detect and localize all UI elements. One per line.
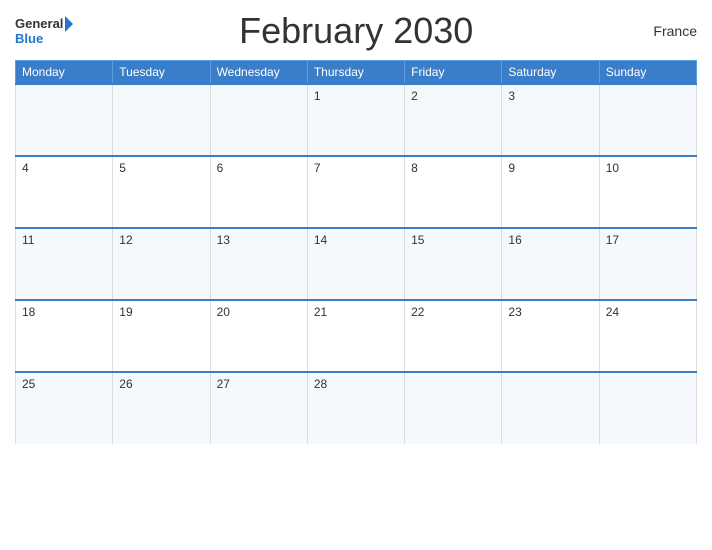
calendar-week-row: 18 19 20 21 22 23 24 — [16, 300, 697, 372]
calendar-day-cell — [599, 84, 696, 156]
calendar-day-cell: 13 — [210, 228, 307, 300]
day-number: 16 — [508, 233, 521, 247]
calendar-table: Monday Tuesday Wednesday Thursday Friday… — [15, 60, 697, 444]
calendar-day-cell: 22 — [405, 300, 502, 372]
calendar-day-cell: 6 — [210, 156, 307, 228]
calendar-day-cell: 9 — [502, 156, 599, 228]
calendar-day-cell: 17 — [599, 228, 696, 300]
calendar-day-cell: 11 — [16, 228, 113, 300]
col-sunday: Sunday — [599, 61, 696, 85]
day-number: 28 — [314, 377, 327, 391]
day-number: 8 — [411, 161, 418, 175]
calendar-day-cell: 24 — [599, 300, 696, 372]
calendar-day-cell: 26 — [113, 372, 210, 444]
day-number: 13 — [217, 233, 230, 247]
calendar-day-cell: 28 — [307, 372, 404, 444]
calendar-week-row: 4 5 6 7 8 9 10 — [16, 156, 697, 228]
day-number: 10 — [606, 161, 619, 175]
day-number: 24 — [606, 305, 619, 319]
day-number: 18 — [22, 305, 35, 319]
calendar-day-cell: 19 — [113, 300, 210, 372]
day-number: 27 — [217, 377, 230, 391]
calendar-day-cell — [210, 84, 307, 156]
calendar-day-cell: 4 — [16, 156, 113, 228]
calendar-day-cell: 16 — [502, 228, 599, 300]
col-saturday: Saturday — [502, 61, 599, 85]
calendar-week-row: 25 26 27 28 — [16, 372, 697, 444]
col-monday: Monday — [16, 61, 113, 85]
day-number: 5 — [119, 161, 126, 175]
day-number: 22 — [411, 305, 424, 319]
day-number: 17 — [606, 233, 619, 247]
col-tuesday: Tuesday — [113, 61, 210, 85]
calendar-day-cell — [599, 372, 696, 444]
day-number: 15 — [411, 233, 424, 247]
calendar-day-cell: 7 — [307, 156, 404, 228]
day-number: 20 — [217, 305, 230, 319]
calendar-day-cell: 1 — [307, 84, 404, 156]
day-number: 12 — [119, 233, 132, 247]
calendar-day-cell: 12 — [113, 228, 210, 300]
calendar-container: General Blue February 2030 France Monday… — [0, 0, 712, 550]
col-friday: Friday — [405, 61, 502, 85]
calendar-header-row: Monday Tuesday Wednesday Thursday Friday… — [16, 61, 697, 85]
col-thursday: Thursday — [307, 61, 404, 85]
day-number: 6 — [217, 161, 224, 175]
day-number: 2 — [411, 89, 418, 103]
country-label: France — [637, 23, 697, 39]
calendar-day-cell: 3 — [502, 84, 599, 156]
calendar-week-row: 1 2 3 — [16, 84, 697, 156]
day-number: 26 — [119, 377, 132, 391]
col-wednesday: Wednesday — [210, 61, 307, 85]
day-number: 14 — [314, 233, 327, 247]
calendar-day-cell: 25 — [16, 372, 113, 444]
logo: General Blue — [15, 16, 75, 46]
calendar-day-cell: 27 — [210, 372, 307, 444]
calendar-day-cell: 23 — [502, 300, 599, 372]
calendar-day-cell — [16, 84, 113, 156]
calendar-day-cell: 14 — [307, 228, 404, 300]
calendar-day-cell: 5 — [113, 156, 210, 228]
calendar-day-cell: 15 — [405, 228, 502, 300]
logo-triangle-icon — [65, 16, 73, 32]
logo-general: General — [15, 17, 63, 31]
calendar-title: February 2030 — [75, 10, 637, 52]
calendar-day-cell — [405, 372, 502, 444]
calendar-day-cell — [502, 372, 599, 444]
day-number: 19 — [119, 305, 132, 319]
calendar-header: General Blue February 2030 France — [15, 10, 697, 52]
day-number: 25 — [22, 377, 35, 391]
day-number: 21 — [314, 305, 327, 319]
calendar-day-cell: 8 — [405, 156, 502, 228]
day-number: 7 — [314, 161, 321, 175]
day-number: 11 — [22, 233, 34, 247]
calendar-day-cell: 10 — [599, 156, 696, 228]
calendar-day-cell: 20 — [210, 300, 307, 372]
day-number: 4 — [22, 161, 29, 175]
logo-blue: Blue — [15, 32, 43, 46]
day-number: 9 — [508, 161, 515, 175]
calendar-body: 1234567891011121314151617181920212223242… — [16, 84, 697, 444]
day-number: 3 — [508, 89, 515, 103]
calendar-day-cell: 2 — [405, 84, 502, 156]
day-number: 1 — [314, 89, 321, 103]
calendar-day-cell — [113, 84, 210, 156]
day-number: 23 — [508, 305, 521, 319]
calendar-week-row: 11 12 13 14 15 16 17 — [16, 228, 697, 300]
calendar-day-cell: 18 — [16, 300, 113, 372]
calendar-day-cell: 21 — [307, 300, 404, 372]
